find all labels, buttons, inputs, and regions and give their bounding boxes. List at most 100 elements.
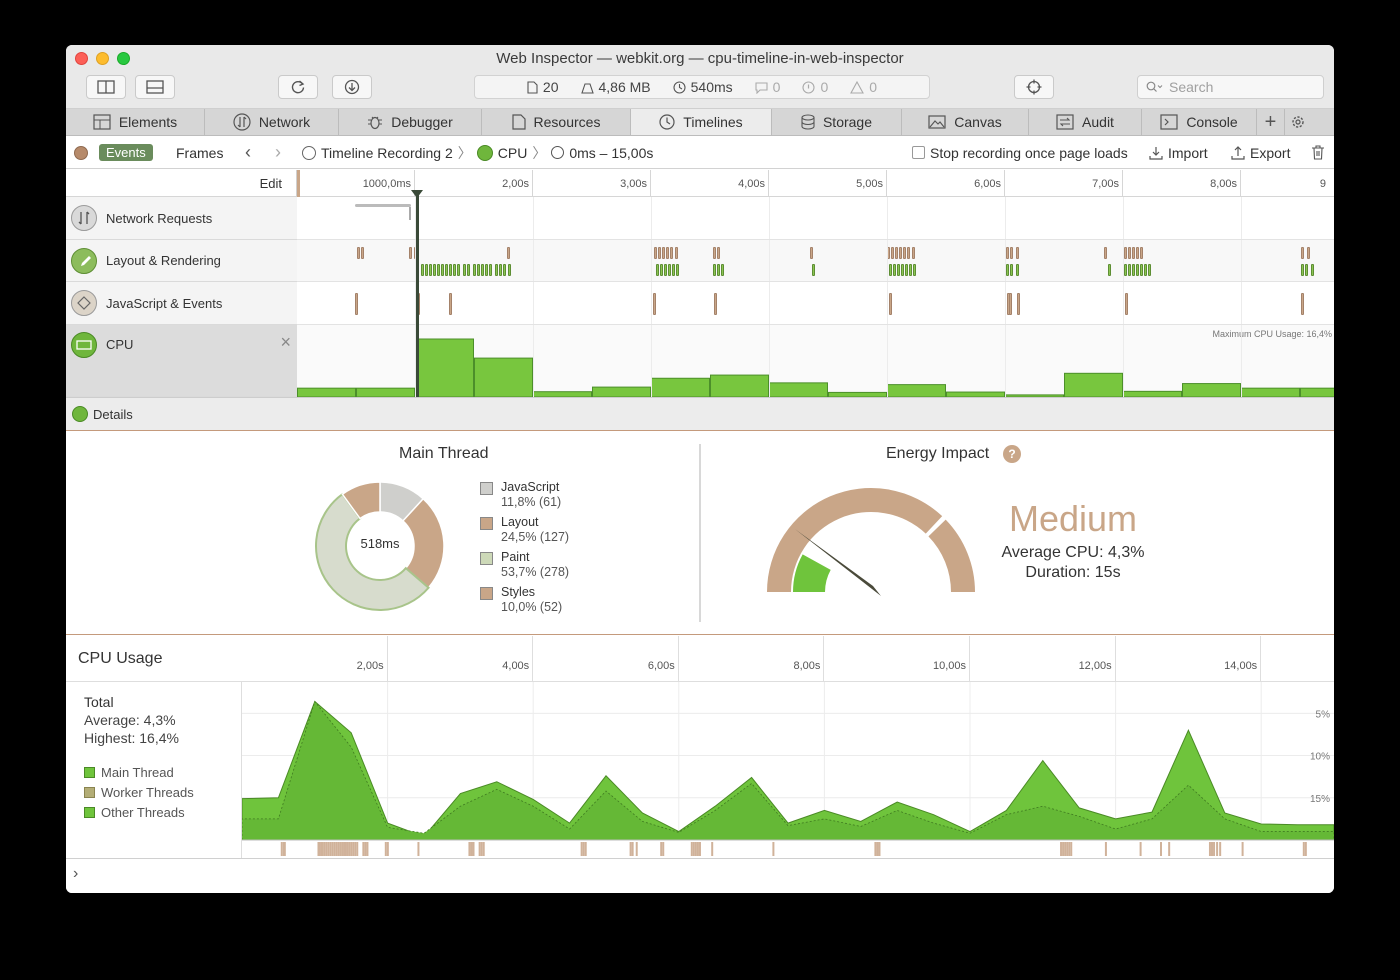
layout-event-mark[interactable] [1016,247,1019,259]
paint-event-mark[interactable] [1132,264,1135,276]
cpu-event-mark[interactable] [482,842,485,856]
layout-event-mark[interactable] [666,247,669,259]
cpu-event-mark[interactable] [1064,842,1067,856]
cpu-event-mark[interactable] [662,842,665,856]
cpu-event-mark[interactable] [711,842,714,856]
tab-elements[interactable]: Elements [66,109,205,135]
network-request-bar[interactable] [355,204,411,207]
paint-event-mark[interactable] [1128,264,1131,276]
layout-event-mark[interactable] [1006,247,1009,259]
cpu-event-mark[interactable] [478,842,481,856]
cpu-bar[interactable] [415,338,474,397]
cpu-event-mark[interactable] [468,842,471,856]
cpu-event-mark[interactable] [1168,842,1171,856]
cpu-event-mark[interactable] [1160,842,1162,856]
layout-event-mark[interactable] [361,247,364,259]
script-event-mark[interactable] [355,293,358,315]
reload-button[interactable] [278,75,318,99]
layout-event-mark[interactable] [1010,247,1013,259]
cpu-event-mark[interactable] [335,842,338,856]
cpu-event-mark[interactable] [472,842,475,856]
paint-event-mark[interactable] [901,264,904,276]
tab-storage[interactable]: Storage [772,109,902,135]
paint-event-mark[interactable] [489,264,492,276]
layout-event-mark[interactable] [675,247,678,259]
help-icon[interactable]: ? [1003,445,1021,463]
cpu-event-mark[interactable] [329,842,332,856]
breadcrumb-instrument[interactable]: CPU [498,145,528,161]
paint-event-mark[interactable] [499,264,502,276]
paint-event-mark[interactable] [1144,264,1147,276]
paint-event-mark[interactable] [668,264,671,276]
cpu-bar[interactable] [710,374,769,397]
tab-network[interactable]: Network [205,109,339,135]
cpu-event-mark[interactable] [1066,842,1069,856]
cpu-event-mark[interactable] [337,842,340,856]
cpu-event-mark[interactable] [356,842,359,856]
cpu-bar[interactable] [592,386,651,397]
cpu-event-mark[interactable] [1241,842,1244,856]
cpu-event-mark[interactable] [350,842,353,856]
paint-event-mark[interactable] [1136,264,1139,276]
cpu-event-mark[interactable] [1304,842,1307,856]
paint-event-mark[interactable] [1140,264,1143,276]
layout-event-mark[interactable] [658,247,661,259]
paint-event-mark[interactable] [477,264,480,276]
paint-event-mark[interactable] [1006,264,1009,276]
cpu-event-mark[interactable] [1070,842,1073,856]
cpu-event-mark[interactable] [1219,842,1222,856]
paint-event-mark[interactable] [913,264,916,276]
events-view-button[interactable]: Events [99,144,153,161]
cpu-bar[interactable] [1241,387,1300,397]
cpu-event-mark[interactable] [346,842,349,856]
cpu-event-mark[interactable] [1216,842,1219,856]
layout-event-mark[interactable] [670,247,673,259]
script-event-mark[interactable] [714,293,717,315]
javascript-events-track[interactable] [297,282,1334,325]
dock-bottom-button[interactable] [135,75,175,99]
paint-event-mark[interactable] [429,264,432,276]
cpu-event-mark[interactable] [1062,842,1065,856]
script-event-mark[interactable] [889,293,892,315]
paint-event-mark[interactable] [425,264,428,276]
cpu-event-mark[interactable] [582,842,585,856]
script-event-mark[interactable] [1009,293,1012,315]
paint-event-mark[interactable] [812,264,815,276]
layout-event-mark[interactable] [654,247,657,259]
layout-event-mark[interactable] [1128,247,1131,259]
settings-button[interactable] [1285,109,1311,135]
cpu-event-mark[interactable] [354,842,357,856]
layout-event-mark[interactable] [357,247,360,259]
paint-event-mark[interactable] [463,264,466,276]
cpu-track[interactable]: Maximum CPU Usage: 16,4% [297,325,1334,397]
cpu-event-mark[interactable] [874,842,877,856]
paint-event-mark[interactable] [453,264,456,276]
cpu-event-mark[interactable] [1068,842,1071,856]
cpu-bar[interactable] [1300,387,1335,397]
network-track[interactable] [297,197,1334,240]
cpu-event-mark[interactable] [1139,842,1142,856]
cpu-event-mark[interactable] [1213,842,1216,856]
cpu-bar[interactable] [297,387,356,397]
paint-event-mark[interactable] [445,264,448,276]
clear-button[interactable] [1311,137,1325,168]
cpu-event-mark[interactable] [339,842,342,856]
layout-event-mark[interactable] [1136,247,1139,259]
legend-other-threads[interactable]: Other Threads [84,805,185,820]
search-field[interactable]: Search [1137,75,1324,99]
timeline-row-cpu[interactable]: CPU × [66,325,297,397]
cpu-event-mark[interactable] [580,842,583,856]
cpu-event-mark[interactable] [352,842,355,856]
new-tab-button[interactable]: + [1257,109,1285,135]
cpu-event-mark[interactable] [1104,842,1107,856]
cpu-event-mark[interactable] [660,842,663,856]
record-button[interactable] [74,137,88,168]
paint-event-mark[interactable] [672,264,675,276]
paint-event-mark[interactable] [889,264,892,276]
cpu-event-mark[interactable] [470,842,473,856]
timeline-row-javascript-events[interactable]: JavaScript & Events [66,282,297,325]
cpu-event-mark[interactable] [327,842,330,856]
paint-event-mark[interactable] [481,264,484,276]
cpu-event-mark[interactable] [631,842,634,856]
cpu-event-mark[interactable] [772,842,775,856]
